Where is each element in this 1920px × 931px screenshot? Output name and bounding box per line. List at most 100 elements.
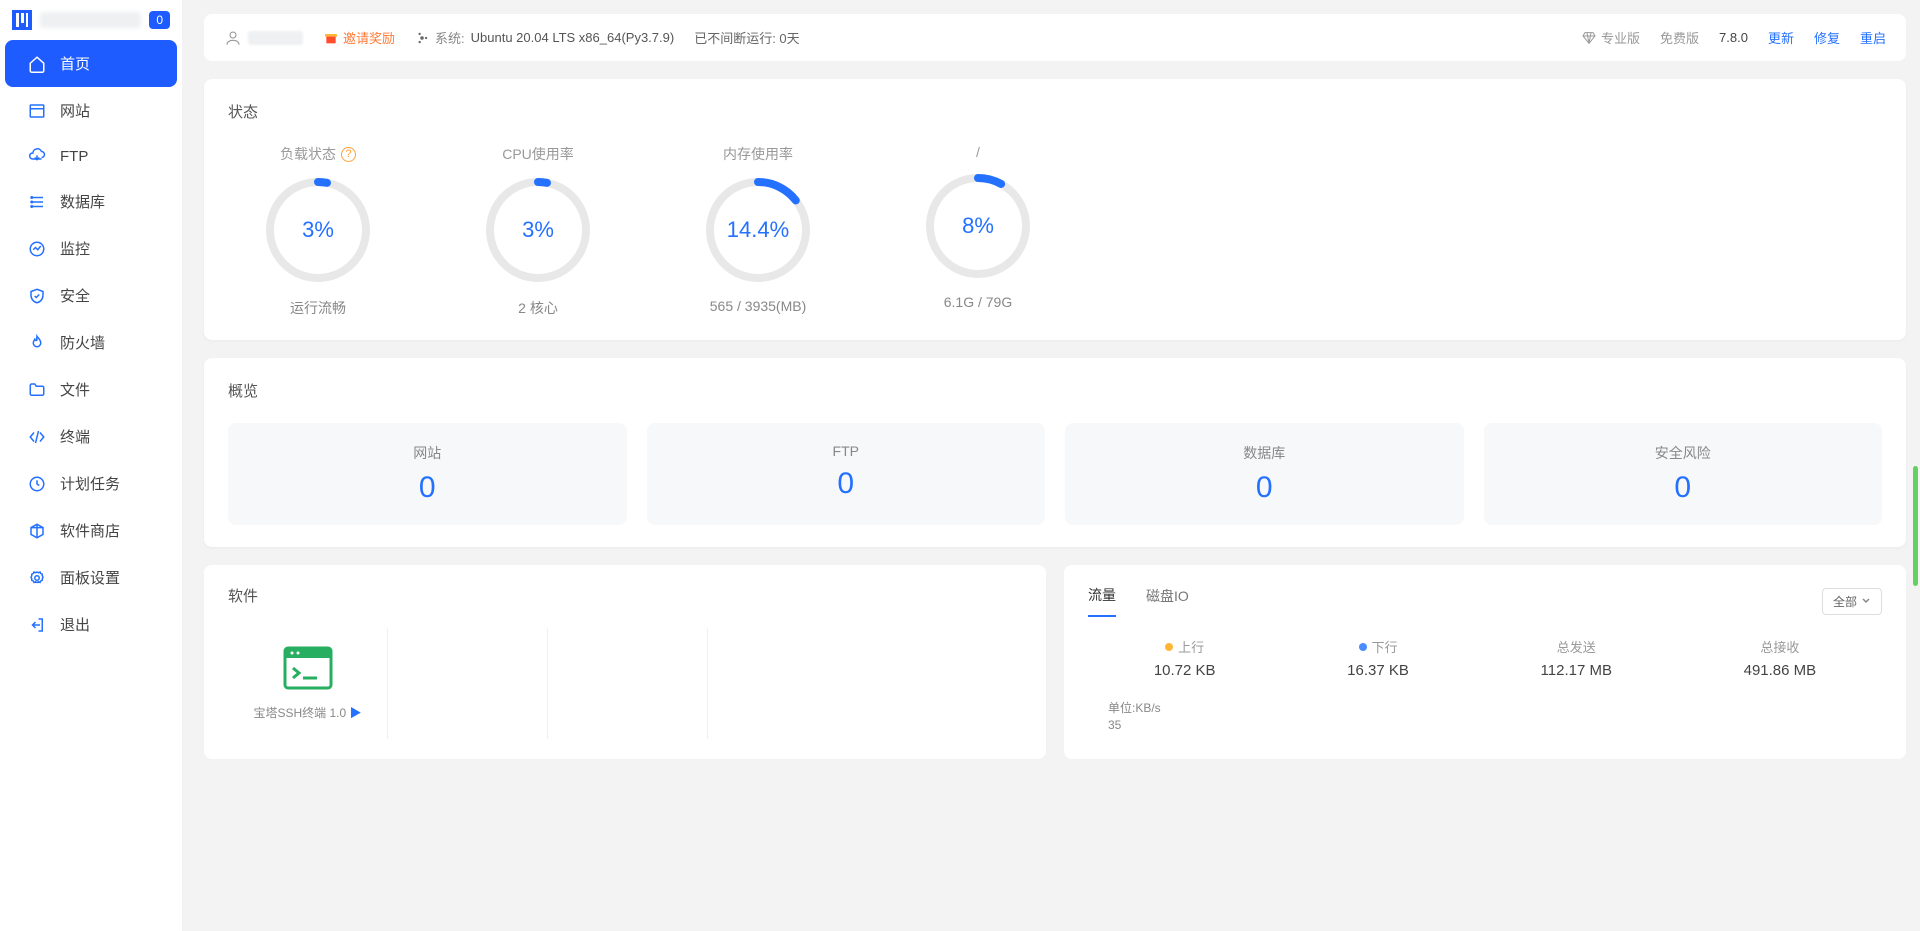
chart-unit: 单位:KB/s — [1088, 699, 1882, 716]
overview-value: 0 — [248, 471, 607, 505]
sidebar-item-label: 安全 — [60, 285, 90, 306]
chevron-down-icon — [1861, 596, 1871, 606]
diamond-icon — [1581, 30, 1597, 46]
pro-badge[interactable]: 专业版 — [1581, 28, 1640, 47]
monitor-icon — [28, 240, 46, 258]
user-icon — [224, 29, 242, 47]
sidebar-item-store[interactable]: 软件商店 — [0, 507, 182, 554]
gauges-row: 负载状态 ? 3% 运行流畅 CPU使用率 3% 2 核心 内存使用率 — [228, 144, 1882, 318]
sidebar-item-ftp[interactable]: FTP — [0, 134, 182, 178]
gauge-value: 8% — [962, 213, 994, 239]
system-info: 系统: Ubuntu 20.04 LTS x86_64(Py3.7.9) — [415, 28, 674, 47]
sidebar-item-database[interactable]: 数据库 — [0, 178, 182, 225]
home-icon — [28, 55, 46, 73]
software-item-ssh[interactable]: 宝塔SSH终端 1.0 ▶ — [228, 628, 388, 739]
overview-box-3[interactable]: 安全风险 0 — [1484, 423, 1883, 525]
overview-box-0[interactable]: 网站 0 — [228, 423, 627, 525]
gauge-title: / — [888, 144, 1068, 160]
status-card: 状态 负载状态 ? 3% 运行流畅 CPU使用率 3% 2 核心 内存 — [204, 79, 1906, 340]
sidebar-item-logout[interactable]: 退出 — [0, 601, 182, 648]
gauge-2[interactable]: 内存使用率 14.4% 565 / 3935(MB) — [668, 144, 848, 318]
gauge-circle: 3% — [484, 176, 592, 284]
gauge-0[interactable]: 负载状态 ? 3% 运行流畅 — [228, 144, 408, 318]
software-grid: 宝塔SSH终端 1.0 ▶ — [228, 628, 1022, 739]
terminal-app-icon — [283, 646, 333, 690]
gauge-1[interactable]: CPU使用率 3% 2 核心 — [448, 144, 628, 318]
traffic-tabs: 流量 磁盘IO 全部 — [1088, 585, 1882, 617]
overview-label: 网站 — [248, 443, 607, 463]
restart-link[interactable]: 重启 — [1860, 28, 1886, 47]
software-empty-slot — [388, 628, 548, 739]
traffic-stat-value: 10.72 KB — [1154, 662, 1216, 679]
sidebar-item-site[interactable]: 网站 — [0, 87, 182, 134]
gauge-title: CPU使用率 — [448, 144, 628, 164]
software-item-label: 宝塔SSH终端 1.0 ▶ — [238, 704, 377, 721]
topbar: 邀请奖励 系统: Ubuntu 20.04 LTS x86_64(Py3.7.9… — [204, 14, 1906, 61]
gauge-subtitle: 6.1G / 79G — [888, 294, 1068, 310]
clock-icon — [28, 475, 46, 493]
sidebar-item-label: 计划任务 — [60, 473, 120, 494]
gauge-subtitle: 565 / 3935(MB) — [668, 298, 848, 314]
overview-title: 概览 — [228, 380, 1882, 401]
overview-label: 数据库 — [1085, 443, 1444, 463]
repair-link[interactable]: 修复 — [1814, 28, 1840, 47]
gauge-circle: 14.4% — [704, 176, 812, 284]
sidebar-header: 0 — [0, 0, 182, 40]
gauge-value: 3% — [522, 217, 554, 243]
sidebar-item-label: FTP — [60, 148, 88, 165]
traffic-stat-0: 上行 10.72 KB — [1154, 637, 1216, 679]
gauge-value: 14.4% — [727, 217, 789, 243]
traffic-stat-label: 总发送 — [1541, 637, 1612, 656]
overview-value: 0 — [667, 467, 1026, 501]
sidebar-item-settings[interactable]: 面板设置 — [0, 554, 182, 601]
sidebar-item-label: 数据库 — [60, 191, 105, 212]
traffic-stat-value: 112.17 MB — [1541, 662, 1612, 679]
sidebar-item-label: 软件商店 — [60, 520, 120, 541]
gauge-circle: 3% — [264, 176, 372, 284]
overview-box-2[interactable]: 数据库 0 — [1065, 423, 1464, 525]
ubuntu-icon — [415, 31, 429, 45]
cloud-icon — [28, 147, 46, 165]
all-dropdown[interactable]: 全部 — [1822, 588, 1882, 615]
sidebar-item-security[interactable]: 安全 — [0, 272, 182, 319]
sidebar-item-label: 监控 — [60, 238, 90, 259]
scrollbar[interactable] — [1913, 466, 1918, 586]
logo-icon — [12, 10, 32, 30]
sidebar-item-firewall[interactable]: 防火墙 — [0, 319, 182, 366]
overview-value: 0 — [1504, 471, 1863, 505]
tab-flow[interactable]: 流量 — [1088, 585, 1116, 617]
invite-link[interactable]: 邀请奖励 — [323, 28, 395, 47]
software-empty-slot — [708, 628, 868, 739]
sidebar-item-label: 防火墙 — [60, 332, 105, 353]
update-link[interactable]: 更新 — [1768, 28, 1794, 47]
sidebar-item-files[interactable]: 文件 — [0, 366, 182, 413]
gauge-title: 内存使用率 — [668, 144, 848, 164]
gauge-subtitle: 运行流畅 — [228, 298, 408, 318]
sidebar-item-label: 文件 — [60, 379, 90, 400]
sidebar-item-home[interactable]: 首页 — [5, 40, 177, 87]
sidebar-item-terminal[interactable]: 终端 — [0, 413, 182, 460]
traffic-stat-label: 下行 — [1347, 637, 1409, 656]
free-label: 免费版 — [1660, 28, 1699, 47]
play-icon: ▶ — [346, 706, 361, 720]
tab-diskio[interactable]: 磁盘IO — [1146, 586, 1189, 616]
gauge-3[interactable]: / 8% 6.1G / 79G — [888, 144, 1068, 318]
overview-box-1[interactable]: FTP 0 — [647, 423, 1046, 525]
traffic-stat-value: 491.86 MB — [1744, 662, 1817, 679]
database-icon — [28, 193, 46, 211]
user-info[interactable] — [224, 29, 303, 47]
traffic-stat-label: 上行 — [1154, 637, 1216, 656]
help-icon[interactable]: ? — [341, 147, 356, 162]
notification-badge[interactable]: 0 — [149, 11, 170, 29]
traffic-stat-2: 总发送 112.17 MB — [1541, 637, 1612, 679]
traffic-stat-value: 16.37 KB — [1347, 662, 1409, 679]
sidebar-item-monitor[interactable]: 监控 — [0, 225, 182, 272]
username-blurred — [248, 31, 303, 45]
sidebar-item-cron[interactable]: 计划任务 — [0, 460, 182, 507]
gift-icon — [323, 30, 339, 46]
logo-text — [40, 12, 141, 28]
version: 7.8.0 — [1719, 30, 1748, 45]
fire-icon — [28, 334, 46, 352]
chart-tick: 35 — [1088, 718, 1882, 732]
code-icon — [28, 428, 46, 446]
